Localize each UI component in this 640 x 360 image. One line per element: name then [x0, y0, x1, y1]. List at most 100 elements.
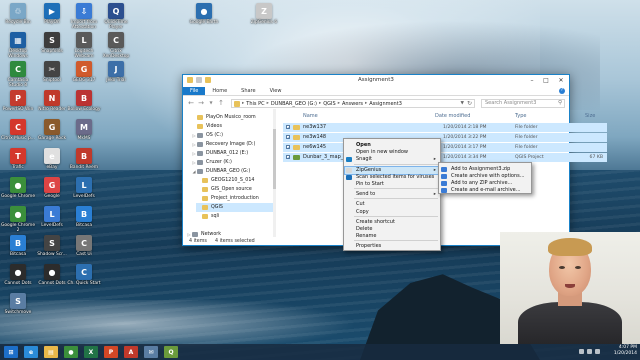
- volume-icon[interactable]: [595, 349, 600, 354]
- ie-icon[interactable]: e: [24, 346, 38, 358]
- breadcrumb-assignment3[interactable]: Assignment3: [369, 101, 402, 107]
- desktop-shortcut[interactable]: S Shadow Scr...: [34, 235, 70, 257]
- tab-file[interactable]: File: [183, 87, 206, 95]
- app-icon[interactable]: T: [10, 148, 26, 164]
- app-icon[interactable]: ▶: [44, 3, 60, 19]
- column-header-name[interactable]: Name: [303, 113, 318, 119]
- notification-icon[interactable]: [579, 349, 584, 354]
- nav-item[interactable]: ▷ DUNBAR_012 (E:): [191, 149, 273, 158]
- acrobat-icon[interactable]: A: [124, 346, 138, 358]
- nav-item[interactable]: GIS_Open source: [196, 185, 273, 194]
- powerpoint-icon[interactable]: P: [104, 346, 118, 358]
- submenu-item[interactable]: Create and e-mail archive...: [439, 186, 531, 195]
- desktop-shortcut[interactable]: P PowerISO Win: [0, 90, 36, 112]
- desktop-shortcut[interactable]: C Citrix Music p...: [0, 119, 36, 141]
- desktop-shortcut[interactable]: C Camtasia Studio 8: [0, 61, 36, 88]
- nav-item[interactable]: ◢ DUNBAR_GEO (G:): [191, 167, 273, 176]
- search-icon[interactable]: ⚲: [558, 100, 562, 107]
- app-icon[interactable]: Q: [108, 3, 124, 19]
- app-icon[interactable]: L: [76, 177, 92, 193]
- breadcrumb-drive[interactable]: DUNBAR_GEO (G:): [271, 101, 317, 107]
- row-checkbox[interactable]: ✓: [286, 125, 290, 130]
- desktop-shortcut[interactable]: J Jeko Trial: [98, 61, 134, 83]
- app-icon[interactable]: B: [76, 90, 92, 106]
- app-icon[interactable]: N: [44, 90, 60, 106]
- title-bar[interactable]: Assignment3 – □ ✕: [183, 75, 569, 87]
- breadcrumb-qgis[interactable]: QGIS: [323, 101, 335, 107]
- navigation-pane[interactable]: PlayOn Musico_room Videos ▷ OS (C:) ▷ Recover…: [183, 109, 273, 237]
- desktop-shortcut[interactable]: M MkMS: [66, 119, 102, 141]
- desktop-shortcut[interactable]: ● Google Chrome: [0, 177, 36, 199]
- app-icon[interactable]: ✂: [44, 61, 60, 77]
- app-icon[interactable]: C: [10, 119, 26, 135]
- clock[interactable]: 4:07 PM 1/20/2014: [614, 345, 637, 357]
- desktop-shortcut[interactable]: B Bandit Reem: [66, 148, 102, 170]
- desktop-shortcut[interactable]: Q QuickTime Player: [98, 3, 134, 30]
- zipgenius-submenu[interactable]: Add to Assignment3.zip Create archive wit…: [438, 162, 532, 194]
- nav-item[interactable]: ▷ OS (C:): [191, 131, 273, 140]
- desktop-shortcut[interactable]: C Cast Ui: [66, 235, 102, 257]
- recent-locations-chevron-icon[interactable]: ▼: [207, 99, 215, 107]
- nav-item[interactable]: GEOG1210_S_014: [196, 176, 273, 185]
- app-icon[interactable]: ●: [10, 177, 26, 193]
- desktop-shortcut[interactable]: G Garage Rock: [34, 119, 70, 141]
- start-button-icon[interactable]: ⊞: [4, 346, 18, 358]
- desktop-shortcut[interactable]: T Trafic: [0, 148, 36, 170]
- refresh-icon[interactable]: ↻: [467, 100, 472, 107]
- app-icon[interactable]: C: [108, 32, 124, 48]
- app-icon[interactable]: S: [10, 293, 26, 309]
- desktop-shortcut[interactable]: S Switchmove: [0, 293, 36, 315]
- network-icon[interactable]: [587, 349, 592, 354]
- desktop-shortcut[interactable]: ♲ Recycle Bin: [0, 3, 36, 25]
- desktop-shortcut[interactable]: ● Cannot Dots: [34, 264, 70, 286]
- context-menu[interactable]: Open Open in new window Snagit ▸ ZipGenius ▸ S…: [343, 138, 441, 251]
- app-icon[interactable]: ●: [10, 206, 26, 222]
- app-icon[interactable]: L: [44, 206, 60, 222]
- up-arrow-icon[interactable]: ↑: [217, 99, 225, 107]
- desktop-shortcut[interactable]: ⇩ Import from Attestation: [66, 3, 102, 30]
- explorer-icon[interactable]: ▤: [44, 346, 58, 358]
- back-arrow-icon[interactable]: ←: [187, 99, 195, 107]
- file-row-extension[interactable]: QGIS Project 67 KB: [515, 153, 607, 162]
- desktop-shortcut[interactable]: C Ch. Quick Start: [66, 264, 102, 286]
- scrollbar-thumb[interactable]: [273, 129, 276, 189]
- app-icon[interactable]: e: [44, 148, 60, 164]
- row-checkbox[interactable]: ✓: [286, 155, 290, 160]
- desktop-shortcut[interactable]: L LevelDefs: [34, 206, 70, 228]
- file-row-extension[interactable]: File folder: [515, 123, 607, 132]
- app-icon[interactable]: L: [76, 32, 92, 48]
- nav-item[interactable]: PlayOn Musico_room: [191, 113, 273, 122]
- nav-item[interactable]: sqli: [196, 212, 273, 221]
- desktop-shortcut[interactable]: G GEOG 317: [66, 61, 102, 83]
- desktop-shortcut[interactable]: C Citrix XenDesktop: [98, 32, 134, 59]
- context-menu-item[interactable]: Properties: [344, 242, 440, 251]
- app-icon[interactable]: J: [108, 61, 124, 77]
- maximize-button[interactable]: □: [539, 75, 553, 85]
- qgis-icon[interactable]: Q: [164, 346, 178, 358]
- file-row-extension[interactable]: File folder: [515, 143, 607, 152]
- file-row-extension[interactable]: File folder: [515, 133, 607, 142]
- app-icon[interactable]: Z: [256, 3, 272, 19]
- desktop-shortcut[interactable]: ▶ PlayOn: [34, 3, 70, 25]
- desktop-shortcut[interactable]: B Bitcasa: [0, 235, 36, 257]
- breadcrumb-this-pc[interactable]: This PC: [246, 101, 264, 107]
- tab-home[interactable]: Home: [205, 87, 234, 95]
- desktop-shortcut[interactable]: N Nitro Reader: [34, 90, 70, 112]
- app-icon[interactable]: B: [76, 206, 92, 222]
- app-icon[interactable]: C: [76, 235, 92, 251]
- column-header-type[interactable]: Type: [515, 113, 526, 119]
- close-button[interactable]: ✕: [553, 75, 569, 85]
- desktop-shortcut[interactable]: ● Google Earth: [186, 3, 222, 25]
- file-row[interactable]: ✓ ne3w137 1/20/2014 2:18 PM: [283, 123, 523, 132]
- app-icon[interactable]: G: [44, 177, 60, 193]
- forward-arrow-icon[interactable]: →: [197, 99, 205, 107]
- app-icon[interactable]: ▦: [10, 32, 26, 48]
- desktop-shortcut[interactable]: e eBay: [34, 148, 70, 170]
- tab-share[interactable]: Share: [234, 87, 262, 95]
- nav-item[interactable]: ▷ Recovery Image (D:): [191, 140, 273, 149]
- desktop-shortcut[interactable]: ✂ Sniptool: [34, 61, 70, 83]
- nav-item[interactable]: ▷ Network: [186, 230, 273, 237]
- app-icon[interactable]: S: [44, 32, 60, 48]
- app-icon[interactable]: P: [10, 90, 26, 106]
- nav-item[interactable]: Project_introduction: [196, 194, 273, 203]
